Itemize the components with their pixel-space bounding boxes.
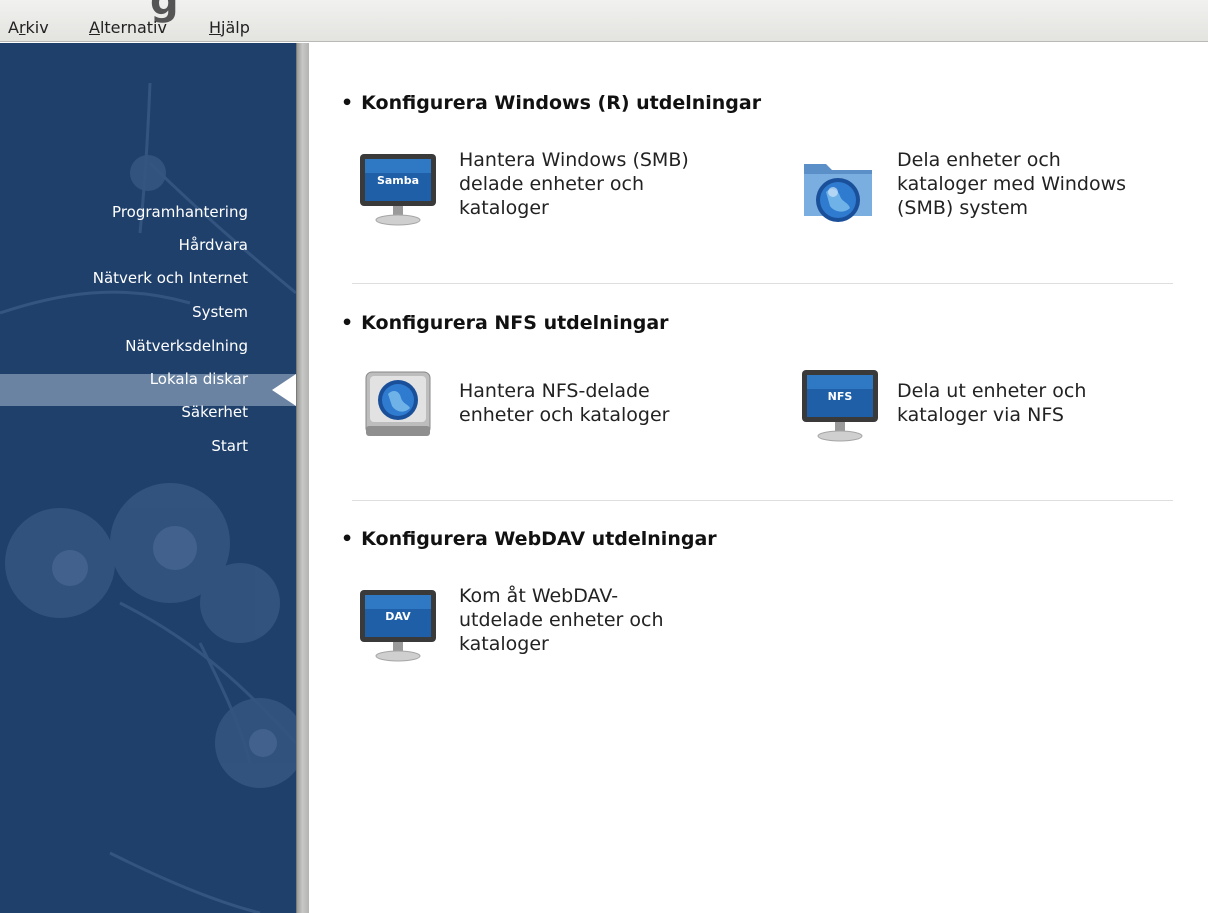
item-access-webdav-shares[interactable]: DAV Kom åt WebDAV- utdelade enheter och … [358,584,758,670]
menu-alternativ[interactable]: Alternativ [89,18,167,37]
sidebar: Programhantering Hårdvara Nätverk och In… [0,43,296,913]
item-label: Dela ut enheter och kataloger via NFS [897,380,1087,426]
folder-globe-icon [804,164,872,222]
sidebar-item-programhantering[interactable]: Programhantering [0,203,248,221]
section-heading-windows-text: Konfigurera Windows (R) utdelningar [361,92,762,114]
section-heading-nfs: • Konfigurera NFS utdelningar [341,312,669,334]
sidebar-scrollbar[interactable] [296,43,309,913]
item-share-with-windows-smb[interactable]: Dela enheter och kataloger med Windows (… [800,148,1190,234]
monitor-icon: NFS [802,370,878,442]
sidebar-item-system[interactable]: System [0,303,248,321]
sidebar-active-pointer [272,374,296,406]
item-label: Dela enheter och kataloger med Windows (… [897,149,1127,219]
svg-text:DAV: DAV [385,610,411,623]
section-heading-windows: • Konfigurera Windows (R) utdelningar [341,92,762,114]
menu-hjalp[interactable]: Hjälp [209,18,250,37]
section-heading-webdav-text: Konfigurera WebDAV utdelningar [361,528,717,550]
item-manage-nfs-shares[interactable]: Hantera NFS-delade enheter och kataloger [358,368,758,444]
item-label: Kom åt WebDAV- utdelade enheter och kata… [459,585,664,655]
monitor-icon: DAV [360,590,436,662]
item-manage-windows-smb-shares[interactable]: Samba Hantera Windows (SMB) delade enhet… [358,148,758,234]
monitor-icon: Samba [360,154,436,226]
item-label: Hantera Windows (SMB) delade enheter och… [459,149,689,219]
sidebar-item-sakerhet[interactable]: Säkerhet [0,403,248,421]
section-divider [352,500,1173,501]
section-heading-webdav: • Konfigurera WebDAV utdelningar [341,528,717,550]
section-divider [352,283,1173,284]
menu-bar: g Arkiv Alternativ Hjälp [0,0,1208,42]
section-heading-nfs-text: Konfigurera NFS utdelningar [361,312,669,334]
svg-text:Samba: Samba [377,174,419,187]
item-label: Hantera NFS-delade enheter och kataloger [459,380,670,426]
sidebar-flower-decoration [0,82,296,913]
drive-globe-icon [365,371,431,436]
sidebar-item-start[interactable]: Start [0,437,248,455]
sidebar-item-natverksdelning[interactable]: Nätverksdelning [0,337,248,355]
sidebar-item-natverk-och-internet[interactable]: Nätverk och Internet [0,269,248,287]
menu-arkiv[interactable]: Arkiv [8,18,49,37]
item-share-via-nfs[interactable]: NFS Dela ut enheter och kataloger via NF… [800,368,1190,444]
sidebar-item-lokala-diskar[interactable]: Lokala diskar [0,370,248,388]
svg-text:NFS: NFS [828,390,853,403]
sidebar-item-hardvara[interactable]: Hårdvara [0,236,248,254]
